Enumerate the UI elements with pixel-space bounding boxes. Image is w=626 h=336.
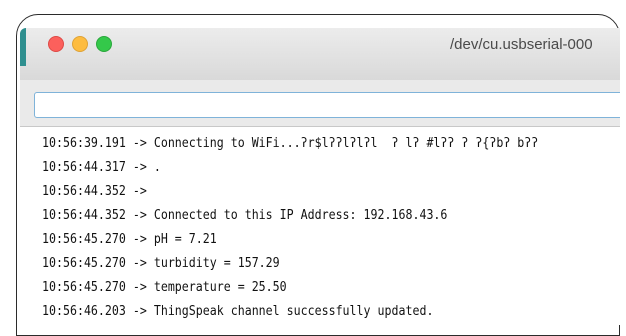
console-line: 10:56:45.270 -> temperature = 25.50 — [42, 279, 287, 295]
console-line: 10:56:45.270 -> pH = 7.21 — [42, 231, 217, 247]
window-controls — [48, 36, 112, 52]
console-line: 10:56:45.270 -> turbidity = 157.29 — [42, 255, 280, 271]
console-line: 10:56:44.317 -> . — [42, 159, 161, 175]
zoom-window-button[interactable] — [96, 36, 112, 52]
console-line: 10:56:46.203 -> ThingSpeak channel succe… — [42, 303, 434, 319]
window-title: /dev/cu.usbserial-000 — [450, 36, 593, 53]
serial-send-input[interactable] — [34, 92, 620, 118]
console-line: 10:56:39.191 -> Connecting to WiFi...ʔr$… — [42, 135, 539, 151]
window-accent — [20, 28, 26, 66]
serial-output-console[interactable]: 10:56:39.191 -> Connecting to WiFi...ʔr$… — [20, 126, 620, 325]
send-input-row — [20, 80, 620, 126]
console-line: 10:56:44.352 -> — [42, 183, 154, 199]
console-line: 10:56:44.352 -> Connected to this IP Add… — [42, 207, 448, 223]
minimize-window-button[interactable] — [72, 36, 88, 52]
serial-monitor-window: /dev/cu.usbserial-000 10:56:39.191 -> Co… — [20, 14, 620, 325]
close-window-button[interactable] — [48, 36, 64, 52]
